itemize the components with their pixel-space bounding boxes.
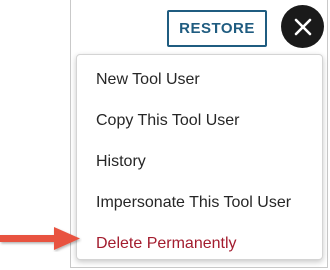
menu-item-label: Delete Permanently [96,234,237,252]
menu-item-history[interactable]: History [77,141,322,182]
menu-item-label: Impersonate This Tool User [96,193,292,211]
close-icon [294,18,311,35]
menu-item-delete-permanently[interactable]: Delete Permanently [77,223,322,264]
menu-item-label: New Tool User [96,70,200,88]
actions-dropdown-menu: New Tool User Copy This Tool User Histor… [76,54,323,260]
menu-item-impersonate-tool-user[interactable]: Impersonate This Tool User [77,182,322,223]
close-button[interactable] [281,5,324,48]
menu-item-label: Copy This Tool User [96,111,240,129]
restore-button-label: RESTORE [179,20,255,37]
menu-item-new-tool-user[interactable]: New Tool User [77,59,322,100]
arrow-right-icon [0,227,80,250]
restore-button[interactable]: RESTORE [167,10,267,47]
menu-item-copy-tool-user[interactable]: Copy This Tool User [77,100,322,141]
menu-item-label: History [96,152,146,170]
